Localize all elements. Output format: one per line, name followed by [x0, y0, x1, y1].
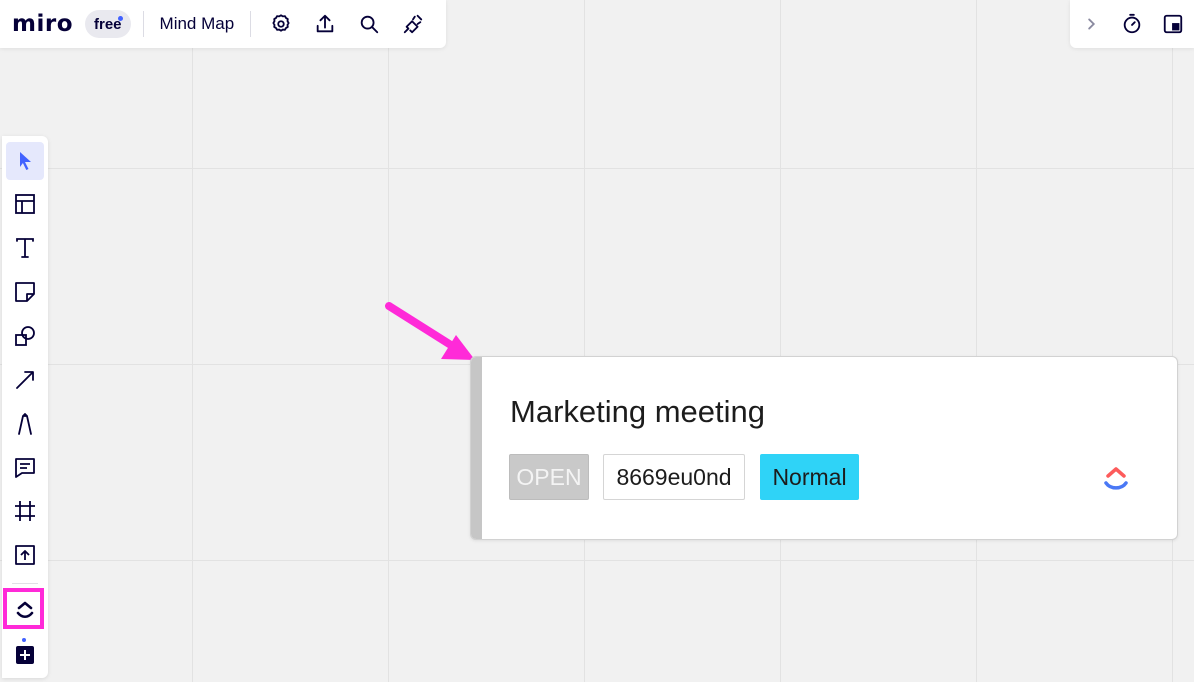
cursor-icon — [20, 152, 31, 170]
upload-icon — [15, 545, 35, 565]
notification-dot — [22, 638, 26, 642]
frame-icon — [15, 501, 35, 521]
search-icon — [360, 15, 379, 34]
tool-upload[interactable] — [6, 536, 44, 574]
tool-comment[interactable] — [6, 449, 44, 487]
board-title[interactable]: Mind Map — [156, 14, 239, 34]
expand-button[interactable] — [1070, 6, 1111, 42]
miro-logo[interactable]: miro — [12, 12, 73, 36]
tool-frame[interactable] — [6, 492, 44, 530]
text-icon — [16, 238, 34, 258]
notification-dot — [117, 16, 123, 21]
present-icon — [1164, 14, 1183, 34]
top-toolbar: miro free Mind Map — [0, 0, 446, 48]
tool-connection-line[interactable] — [6, 361, 44, 399]
sticky-note-icon — [15, 282, 35, 302]
priority-badge[interactable]: Normal — [760, 454, 859, 500]
clickup-icon — [16, 601, 34, 619]
comment-icon — [15, 458, 35, 478]
toolbar-divider — [142, 11, 144, 37]
plan-badge[interactable]: free — [85, 10, 131, 38]
clickup-logo-icon — [1104, 467, 1128, 490]
chevron-right-icon — [1087, 18, 1095, 30]
gear-icon — [272, 14, 290, 32]
plus-icon — [16, 646, 34, 664]
toolbar-divider — [12, 583, 38, 584]
apps-button[interactable] — [395, 6, 431, 42]
upload-icon — [316, 14, 334, 33]
status-badge[interactable]: OPEN — [509, 454, 589, 500]
tool-select[interactable] — [6, 142, 44, 180]
tool-shapes[interactable] — [6, 317, 44, 355]
card-title: Marketing meeting — [510, 394, 766, 429]
plug-icon — [404, 14, 423, 34]
timer-button[interactable] — [1111, 6, 1152, 42]
top-right-toolbar — [1070, 0, 1194, 48]
timer-icon — [1123, 13, 1141, 34]
arrow-line-icon — [16, 371, 34, 389]
toolbar-divider — [250, 11, 252, 37]
shapes-icon — [15, 326, 35, 346]
search-button[interactable] — [351, 6, 387, 42]
task-card[interactable]: Marketing meeting OPEN 8669eu0nd Normal — [470, 356, 1178, 540]
export-button[interactable] — [307, 6, 343, 42]
tool-text[interactable] — [6, 229, 44, 267]
present-button[interactable] — [1153, 6, 1194, 42]
tool-pen[interactable] — [6, 405, 44, 443]
pen-icon — [18, 413, 32, 435]
card-status-stripe — [471, 357, 482, 539]
tool-templates[interactable] — [6, 185, 44, 223]
tool-sticky-note[interactable] — [6, 273, 44, 311]
task-id-badge[interactable]: 8669eu0nd — [603, 454, 745, 500]
creation-toolbar — [2, 136, 48, 678]
tool-clickup-app[interactable] — [6, 591, 44, 629]
templates-icon — [15, 194, 35, 214]
settings-button[interactable] — [263, 6, 299, 42]
